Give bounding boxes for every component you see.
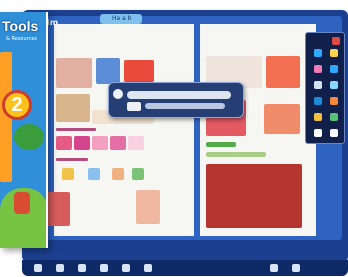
right-classroom-photo bbox=[206, 164, 302, 228]
right-photo-2 bbox=[266, 56, 300, 88]
book-cover: Tools & Resources 2 bbox=[0, 12, 48, 248]
left-thumb-4 bbox=[110, 136, 126, 150]
left-thumb-5 bbox=[128, 136, 144, 150]
cover-tree bbox=[14, 124, 44, 150]
left-label-row-1 bbox=[56, 128, 96, 131]
home-icon[interactable] bbox=[56, 264, 64, 272]
zoom-icon[interactable] bbox=[330, 97, 338, 105]
camera-icon[interactable] bbox=[314, 97, 322, 105]
book-subtitle: & Resources bbox=[6, 36, 38, 42]
forward-icon[interactable] bbox=[122, 264, 130, 272]
settings-icon[interactable] bbox=[292, 264, 300, 272]
back-icon[interactable] bbox=[100, 264, 108, 272]
left-child-photo-2 bbox=[136, 190, 160, 224]
level-badge: 2 bbox=[2, 90, 32, 120]
undo-icon[interactable] bbox=[314, 129, 322, 137]
left-illustration-1 bbox=[56, 58, 92, 88]
left-illustration-4 bbox=[56, 94, 90, 122]
line-icon[interactable] bbox=[330, 113, 338, 121]
grid-icon[interactable] bbox=[144, 264, 152, 272]
shape-icon[interactable] bbox=[330, 65, 338, 73]
close-icon[interactable] bbox=[332, 37, 340, 45]
book-title: Tools bbox=[2, 18, 39, 34]
left-icon-row-2 bbox=[88, 168, 100, 180]
page-tab-label: Ha a b bbox=[112, 15, 132, 22]
cover-kid bbox=[14, 192, 30, 214]
bottom-toolbar bbox=[22, 260, 348, 276]
right-green-label-2 bbox=[206, 152, 266, 157]
left-thumb-1 bbox=[56, 136, 72, 150]
tools-icon[interactable] bbox=[270, 264, 278, 272]
redo-icon[interactable] bbox=[330, 129, 338, 137]
text-icon[interactable] bbox=[330, 81, 338, 89]
highlighter-icon[interactable] bbox=[330, 49, 338, 57]
menu-icon[interactable] bbox=[34, 264, 42, 272]
left-thumb-2 bbox=[74, 136, 90, 150]
right-green-label-1 bbox=[206, 142, 236, 147]
tool-palette bbox=[305, 32, 345, 144]
pen-icon[interactable] bbox=[314, 49, 322, 57]
play-icon[interactable] bbox=[113, 89, 123, 99]
audio-progress-bar[interactable] bbox=[127, 91, 231, 99]
left-illustration-3 bbox=[124, 60, 154, 82]
left-thumb-3 bbox=[92, 136, 108, 150]
volume-icon[interactable] bbox=[127, 102, 141, 111]
volume-slider[interactable] bbox=[145, 103, 225, 109]
audio-player-dialog[interactable] bbox=[108, 82, 244, 118]
left-icon-row-4 bbox=[132, 168, 144, 180]
photo-scene: ay Tim Ha a b bbox=[0, 0, 348, 277]
left-icon-row-3 bbox=[112, 168, 124, 180]
page-icon[interactable] bbox=[78, 264, 86, 272]
left-child-photo-1 bbox=[46, 192, 70, 226]
left-illustration-2 bbox=[96, 58, 120, 84]
right-photo-4 bbox=[264, 104, 300, 134]
left-label-row-2 bbox=[56, 158, 88, 161]
color-icon[interactable] bbox=[314, 113, 322, 121]
pointer-icon[interactable] bbox=[314, 81, 322, 89]
eraser-icon[interactable] bbox=[314, 65, 322, 73]
left-icon-row-1 bbox=[62, 168, 74, 180]
